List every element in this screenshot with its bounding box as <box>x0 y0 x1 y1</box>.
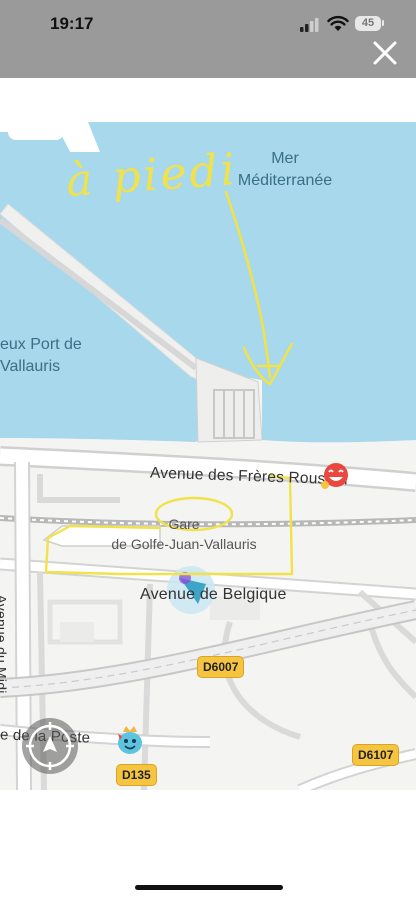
status-bar: 19:17 45 <box>0 0 416 78</box>
wifi-icon <box>327 15 349 31</box>
status-time: 19:17 <box>50 14 94 33</box>
recenter-button[interactable] <box>22 718 78 774</box>
port-label-line2: Vallauris <box>0 358 61 375</box>
port-label-line1: eux Port de <box>0 336 82 353</box>
sea-label-line1: Mer <box>271 150 299 167</box>
close-icon[interactable] <box>370 38 400 68</box>
sea-label: Mer Méditerranée <box>222 148 348 192</box>
station-label-line1: Gare <box>168 516 200 532</box>
street-label-avenue-de-belgique: Avenue de Belgique <box>140 586 287 603</box>
cellular-signal-icon <box>300 18 319 32</box>
station-label: Gare de Golfe-Juan-Vallauris <box>86 514 282 554</box>
compass-icon <box>26 722 74 770</box>
user-marker-laughing-icon[interactable] <box>320 461 350 491</box>
map-view[interactable]: à piedi Mer Méditerranée eux Port de Val… <box>0 122 416 790</box>
port-label: eux Port de Vallauris <box>0 334 82 378</box>
street-label-avenue-du-midi: Avenue du Midi <box>0 594 10 694</box>
road-shield-d135: D135 <box>116 764 157 786</box>
top-left-card <box>8 122 64 140</box>
sea-label-line2: Méditerranée <box>237 172 333 189</box>
battery-icon: 45 <box>355 16 381 31</box>
station-label-line2: de Golfe-Juan-Vallauris <box>111 536 257 552</box>
user-marker-king-icon[interactable] <box>115 724 145 758</box>
road-shield-d6007: D6007 <box>197 656 245 678</box>
battery-tip <box>382 20 384 26</box>
map-canvas <box>0 122 416 790</box>
road-shield-d6107: D6107 <box>352 744 400 766</box>
home-indicator[interactable] <box>135 885 283 890</box>
